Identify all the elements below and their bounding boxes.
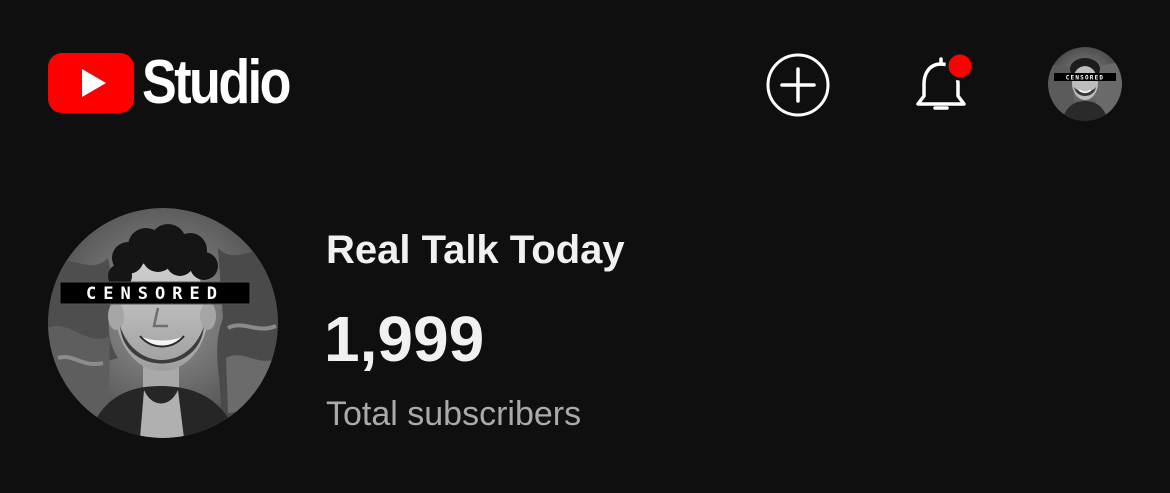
youtube-logo-icon xyxy=(48,53,134,113)
create-plus-icon xyxy=(766,53,830,117)
channel-name: Real Talk Today xyxy=(326,228,625,272)
account-avatar: CENSORED xyxy=(1048,47,1122,121)
notification-bell-icon xyxy=(916,51,975,110)
censor-text: CENSORED xyxy=(86,284,224,304)
account-censor-text: CENSORED xyxy=(1066,75,1105,82)
youtube-studio-logo[interactable]: Studio xyxy=(48,50,317,116)
account-button[interactable]: CENSORED xyxy=(1048,47,1122,121)
subscriber-count: 1,999 xyxy=(324,303,485,375)
subscriber-label: Total subscribers xyxy=(326,395,582,433)
logo-text: Studio xyxy=(142,48,291,117)
channel-avatar[interactable]: CENSORED xyxy=(48,208,278,438)
app-header: Studio CENSORED xyxy=(0,0,1170,170)
notification-badge xyxy=(945,51,975,81)
notifications-button[interactable] xyxy=(905,46,981,122)
create-button[interactable] xyxy=(765,52,831,118)
